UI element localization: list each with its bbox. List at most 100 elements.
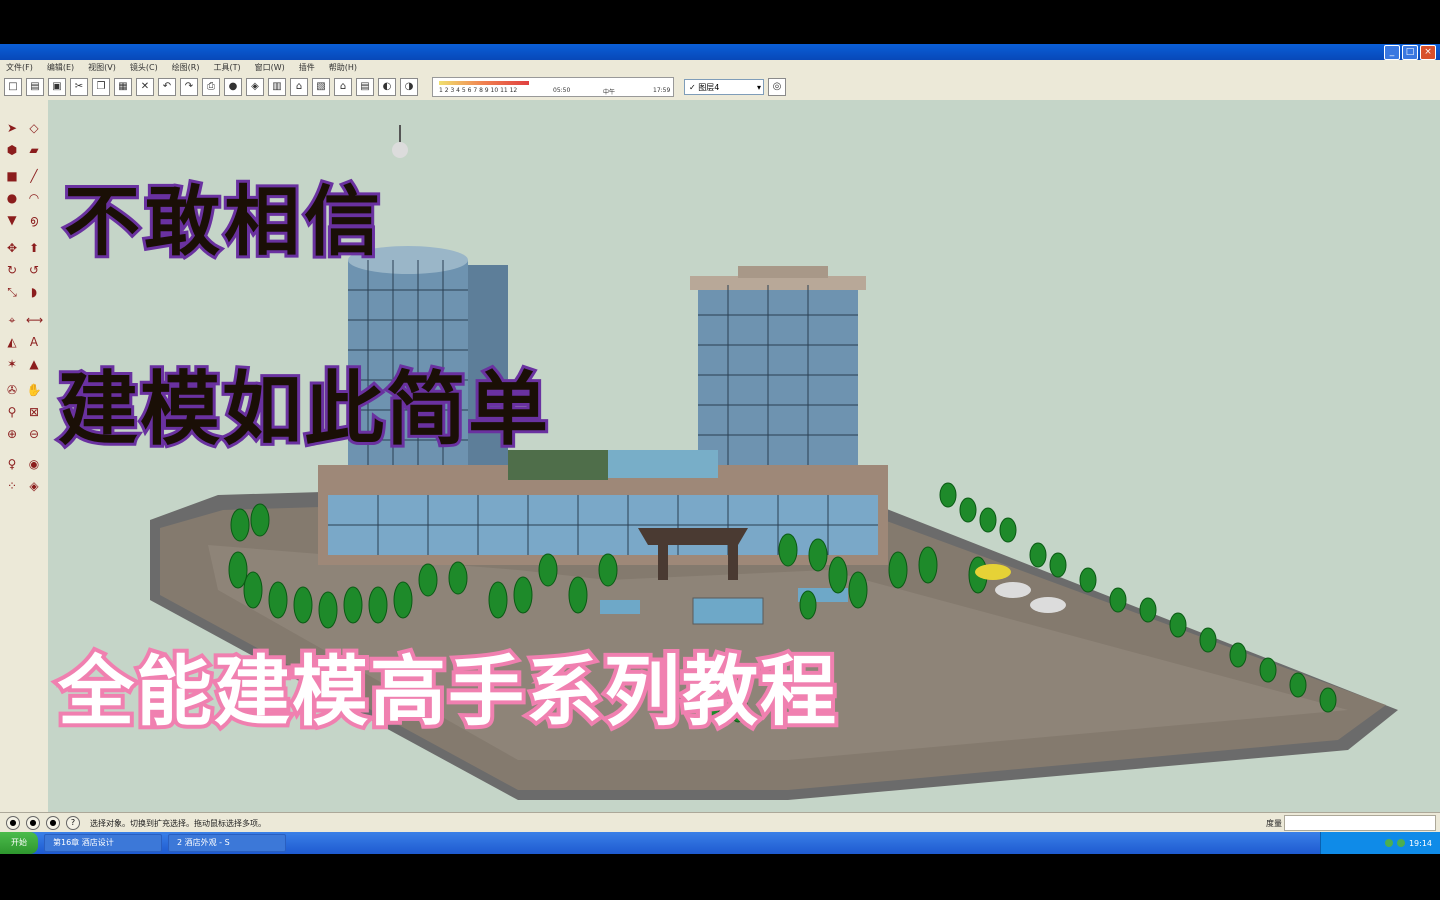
copy-icon[interactable]: ❐	[92, 78, 110, 96]
arc-icon[interactable]: ◠	[26, 190, 42, 206]
menu-view[interactable]: 视图(V)	[88, 62, 116, 73]
layer-manager-icon[interactable]: ◎	[768, 78, 786, 96]
fog-icon[interactable]: ◑	[400, 78, 418, 96]
measurements-input[interactable]	[1284, 815, 1436, 831]
menu-plugins[interactable]: 插件	[299, 62, 315, 73]
minimize-button[interactable]: _	[1384, 45, 1400, 60]
right-tower-roof	[690, 276, 866, 290]
tool-palette: ➤ ◇ ⬢ ▰ ■ ╱ ● ◠ ▼ ൭ ✥ ⬆ ↻ ↺ ⤡ ◗ ⌖ ⟷ ◭ A …	[0, 100, 49, 812]
shadow-timeline[interactable]: 1 2 3 4 5 6 7 8 9 10 11 12 05:50 中午 17:5…	[432, 77, 674, 97]
time-mid: 中午	[603, 89, 616, 96]
tape-measure-icon[interactable]: ⌖	[4, 312, 20, 328]
right-view-icon[interactable]: ▧	[312, 78, 330, 96]
line-icon[interactable]: ╱	[26, 168, 42, 184]
window-controls: _ □ ×	[1384, 45, 1436, 60]
model-info-icon[interactable]: ●	[224, 78, 242, 96]
geo-location-icon[interactable]: ●	[6, 816, 20, 830]
user-icon[interactable]: ●	[46, 816, 60, 830]
text-icon[interactable]: A	[26, 334, 42, 350]
maximize-button[interactable]: □	[1402, 45, 1418, 60]
close-button[interactable]: ×	[1420, 45, 1436, 60]
print-icon[interactable]: ⎙	[202, 78, 220, 96]
month-ticks: 1 2 3 4 5 6 7 8 9 10 11 12	[439, 87, 518, 94]
menu-tools[interactable]: 工具(T)	[214, 62, 241, 73]
scale-icon[interactable]: ⤡	[4, 284, 20, 300]
polygon-icon[interactable]: ▼	[4, 212, 20, 228]
component-icon[interactable]: ◇	[26, 120, 42, 136]
menu-help[interactable]: 帮助(H)	[329, 62, 357, 73]
pan-icon[interactable]: ✋	[26, 382, 42, 398]
time-left: 05:50	[553, 87, 571, 94]
front-view-icon[interactable]: ⌂	[290, 78, 308, 96]
network-icon[interactable]	[1384, 839, 1393, 847]
layer-name: 图层4	[698, 83, 720, 92]
section-plane-icon[interactable]: ◈	[26, 478, 42, 494]
dimension-icon[interactable]: ⟷	[26, 312, 43, 328]
paste-icon[interactable]: ▦	[114, 78, 132, 96]
shadow-icon[interactable]: ◐	[378, 78, 396, 96]
protractor-icon[interactable]: ◭	[4, 334, 20, 350]
month-gradient	[439, 81, 529, 85]
rotate-icon[interactable]: ↻	[4, 262, 20, 278]
zoom-window-icon[interactable]: ⊠	[26, 404, 42, 420]
menu-window[interactable]: 窗口(W)	[255, 62, 285, 73]
menu-file[interactable]: 文件(F)	[6, 62, 33, 73]
layer-check: ✓	[689, 83, 696, 92]
walk-icon[interactable]: ⁘	[4, 478, 20, 494]
redo-icon[interactable]: ↷	[180, 78, 198, 96]
look-around-icon[interactable]: ◉	[26, 456, 42, 472]
status-message: 选择对象。切换到扩充选择。拖动鼠标选择多项。	[90, 818, 266, 828]
menu-camera[interactable]: 镜头(C)	[130, 62, 158, 73]
top-view-icon[interactable]: ▥	[268, 78, 286, 96]
water-strip-left	[600, 600, 640, 614]
overlay-line-2: 建模如此简单	[55, 360, 551, 459]
freehand-icon[interactable]: ൭	[26, 212, 42, 228]
cut-icon[interactable]: ✂	[70, 78, 88, 96]
select-icon[interactable]: ➤	[4, 120, 20, 136]
orbit-icon[interactable]: ✇	[4, 382, 20, 398]
circle-icon[interactable]: ●	[4, 190, 20, 206]
overlay-line-3: 全能建模高手系列教程	[54, 643, 840, 740]
overlay-line-1: 不敢相信	[61, 174, 384, 269]
paint-bucket-icon[interactable]: ⬢	[4, 142, 20, 158]
eraser-icon[interactable]: ▰	[26, 142, 42, 158]
offset-icon[interactable]: ◗	[26, 284, 42, 300]
menu-draw[interactable]: 绘图(R)	[172, 62, 200, 73]
iso-view-icon[interactable]: ◈	[246, 78, 264, 96]
credits-icon[interactable]: ●	[26, 816, 40, 830]
save-icon[interactable]: ▣	[48, 78, 66, 96]
axes-icon[interactable]: ✶	[4, 356, 20, 372]
status-bar: ● ● ● ? 选择对象。切换到扩充选择。拖动鼠标选择多项。 度量	[0, 812, 1440, 833]
layer-select[interactable]: ✓ 图层4	[684, 79, 764, 96]
right-tower-roof-cap	[738, 266, 828, 278]
time-right: 17:59	[653, 87, 671, 94]
system-tray: 19:14	[1320, 832, 1440, 854]
start-button[interactable]: 开始	[0, 832, 38, 854]
push-pull-icon[interactable]: ⬆	[26, 240, 42, 256]
undo-icon[interactable]: ↶	[158, 78, 176, 96]
menu-bar: 文件(F) 编辑(E) 视图(V) 镜头(C) 绘图(R) 工具(T) 窗口(W…	[0, 60, 1440, 74]
delete-icon[interactable]: ✕	[136, 78, 154, 96]
clock: 19:14	[1408, 838, 1432, 848]
open-file-icon[interactable]: ▤	[26, 78, 44, 96]
back-view-icon[interactable]: ⌂	[334, 78, 352, 96]
zoom-extents-icon[interactable]: ⊕	[4, 426, 20, 442]
rectangle-icon[interactable]: ■	[4, 168, 20, 184]
new-file-icon[interactable]: □	[4, 78, 22, 96]
move-icon[interactable]: ✥	[4, 240, 20, 256]
security-icon[interactable]	[1396, 839, 1405, 847]
left-view-icon[interactable]: ▤	[356, 78, 374, 96]
3d-text-icon[interactable]: ▲	[26, 356, 42, 372]
model-viewport[interactable]: 不敢相信 建模如此简单 全能建模高手系列教程	[48, 100, 1440, 812]
taskbar-item-folder[interactable]: 第16章 酒店设计	[44, 834, 162, 852]
roof-pool	[608, 450, 718, 478]
position-camera-icon[interactable]: ♀	[4, 456, 20, 472]
menu-edit[interactable]: 编辑(E)	[47, 62, 74, 73]
entrance-pillar-right	[728, 540, 738, 580]
taskbar-item-sketchup[interactable]: 2 酒店外观 - S	[168, 834, 286, 852]
previous-view-icon[interactable]: ⊖	[26, 426, 42, 442]
help-icon[interactable]: ?	[66, 816, 80, 830]
fountain-pool	[692, 597, 764, 625]
follow-me-icon[interactable]: ↺	[26, 262, 42, 278]
zoom-icon[interactable]: ⚲	[4, 404, 20, 420]
